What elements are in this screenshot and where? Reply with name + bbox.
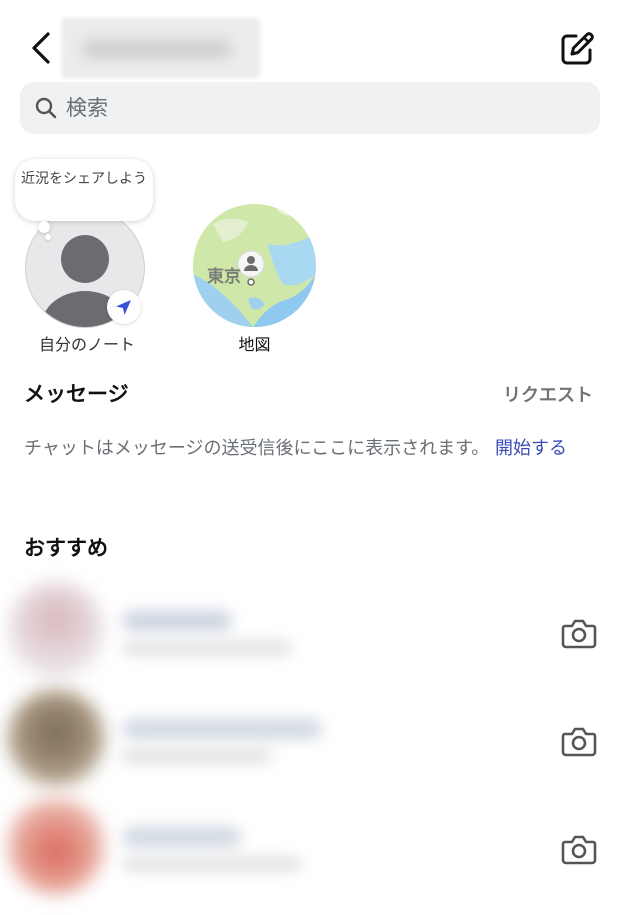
suggestion-name-blurred	[122, 718, 322, 740]
bubble-tail	[38, 221, 50, 233]
suggestion-row[interactable]	[0, 576, 620, 684]
location-arrow-icon	[116, 300, 131, 315]
compose-edit-icon[interactable]	[558, 30, 596, 68]
location-share-badge[interactable]	[107, 290, 141, 324]
search-input[interactable]	[66, 82, 586, 134]
suggestion-avatar-blurred	[8, 690, 104, 786]
suggestion-row[interactable]	[0, 684, 620, 792]
messages-empty-text: チャットはメッセージの送受信後にここに表示されます。 開始する	[24, 436, 584, 462]
camera-icon[interactable]	[561, 724, 597, 758]
suggestion-subtitle-blurred	[122, 748, 272, 764]
start-chat-link[interactable]: 開始する	[495, 438, 567, 459]
back-chevron-icon[interactable]	[26, 30, 56, 66]
suggestion-name-blurred	[122, 610, 232, 632]
map-label: 地図	[238, 335, 271, 354]
map-thumbnail[interactable]: 東京	[193, 204, 316, 327]
note-prompt-bubble[interactable]: 近況をシェアしよう	[15, 159, 153, 221]
messages-heading: メッセージ	[24, 382, 129, 406]
empty-state-text: チャットはメッセージの送受信後にここに表示されます。	[24, 438, 490, 459]
username-title-blurred	[62, 18, 260, 78]
search-icon	[35, 97, 57, 119]
camera-icon[interactable]	[561, 616, 597, 650]
map-city-label: 東京	[207, 267, 241, 287]
suggestion-row[interactable]	[0, 792, 620, 900]
bubble-tail-small	[45, 234, 51, 240]
camera-icon[interactable]	[561, 832, 597, 866]
requests-link[interactable]: リクエスト	[503, 381, 593, 407]
suggestion-avatar-blurred	[8, 582, 104, 678]
suggestion-name-blurred	[122, 826, 242, 848]
suggestion-subtitle-blurred	[122, 856, 302, 872]
self-note-label: 自分のノート	[38, 335, 135, 354]
suggestion-avatar-blurred	[8, 798, 104, 894]
suggestions-heading: おすすめ	[24, 536, 108, 560]
suggestion-subtitle-blurred	[122, 640, 292, 656]
search-bar[interactable]	[20, 82, 600, 134]
